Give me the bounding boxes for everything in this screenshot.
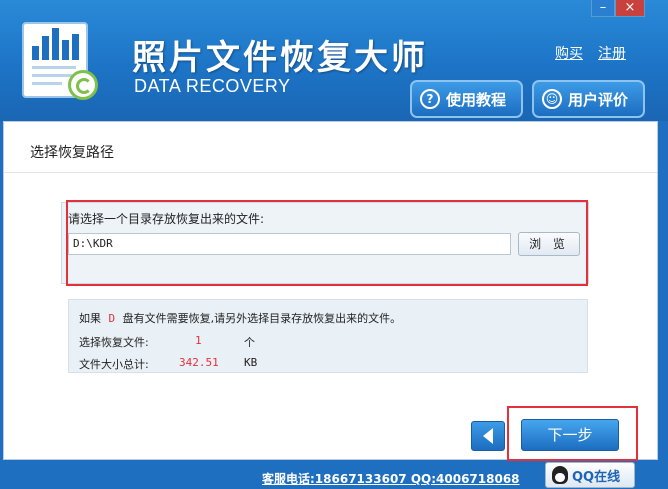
main-panel: 选择恢复路径 请选择一个目录存放恢复出来的文件: D:\KDR 浏 览 如果 D…	[3, 121, 658, 461]
qq-online-button[interactable]: QQ在线	[545, 462, 635, 488]
app-logo	[18, 18, 100, 100]
next-button[interactable]: 下一步	[521, 419, 619, 451]
path-label: 请选择一个目录存放恢复出来的文件:	[68, 212, 265, 226]
back-button[interactable]	[471, 421, 505, 451]
tutorial-button[interactable]: ? 使用教程	[410, 80, 523, 118]
browse-button[interactable]: 浏 览	[518, 232, 580, 256]
qq-online-label: QQ在线	[572, 469, 621, 485]
minimize-button[interactable]: –	[591, 0, 615, 17]
path-input[interactable]: D:\KDR	[68, 233, 511, 255]
close-button[interactable]: ×	[615, 0, 645, 17]
tutorial-button-label: 使用教程	[446, 90, 507, 109]
files-count-label: 选择恢复文件:	[79, 336, 149, 349]
app-title: 照片文件恢复大师	[132, 38, 428, 78]
divider	[4, 172, 657, 173]
review-button[interactable]: ☺ 用户评价	[532, 80, 645, 118]
smile-icon: ☺	[542, 89, 562, 109]
app-header: 照片文件恢复大师 DATA RECOVERY – × 购买 注册 ? 使用教程 …	[0, 0, 668, 121]
review-button-label: 用户评价	[568, 90, 629, 109]
size-label: 文件大小总计:	[79, 358, 149, 371]
size-value: 342.51	[179, 356, 219, 369]
buy-link[interactable]: 购买	[555, 43, 583, 63]
question-icon: ?	[420, 89, 440, 109]
info-panel: 如果 D 盘有文件需要恢复,请另外选择目录存放恢复出来的文件。 选择恢复文件: …	[68, 299, 588, 373]
contact-info[interactable]: 客服电话:18667133607 QQ:4006718068	[262, 470, 520, 487]
files-count-unit: 个	[244, 336, 255, 349]
drive-letter: D	[108, 312, 116, 325]
page-title: 选择恢复路径	[30, 145, 114, 161]
qq-penguin-icon	[552, 466, 568, 484]
size-unit: KB	[244, 356, 258, 369]
register-link[interactable]: 注册	[598, 43, 626, 63]
drive-warning: 如果 D 盘有文件需要恢复,请另外选择目录存放恢复出来的文件。	[79, 312, 402, 325]
refresh-icon	[68, 70, 98, 100]
files-count-value: 1	[195, 334, 202, 347]
back-arrow-icon	[483, 428, 493, 444]
app-subtitle: DATA RECOVERY	[134, 76, 291, 96]
